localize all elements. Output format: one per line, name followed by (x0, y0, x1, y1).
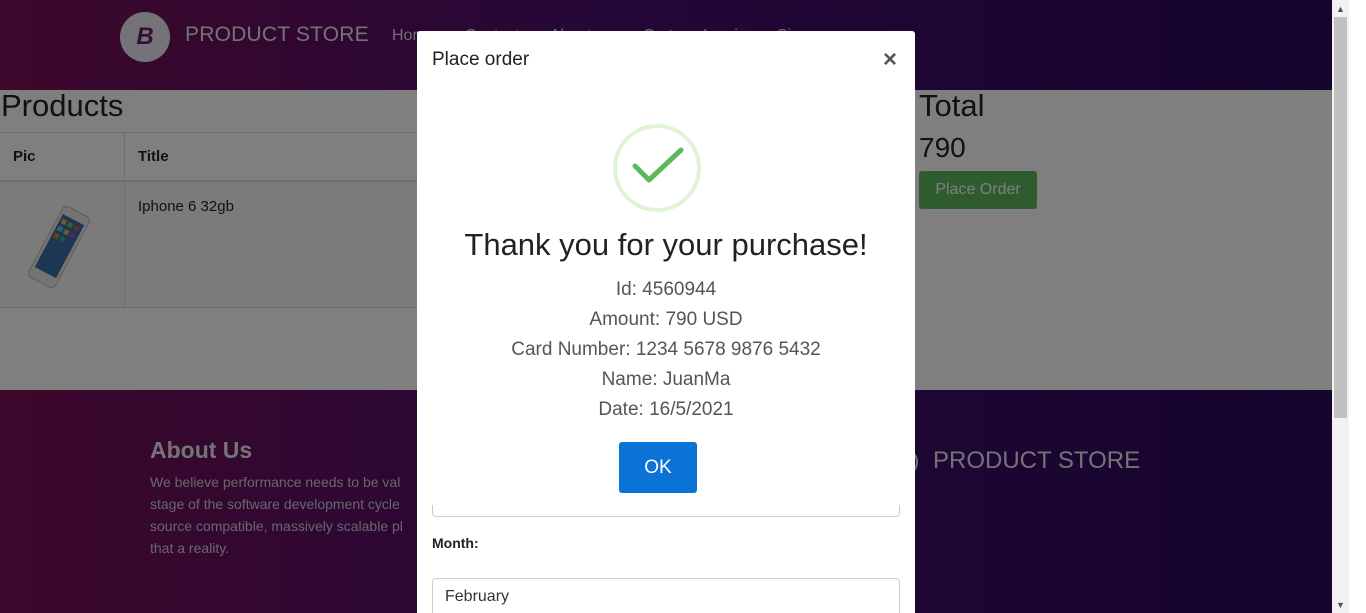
order-date: Date: 16/5/2021 (598, 399, 734, 420)
close-icon[interactable]: × (883, 46, 897, 74)
scroll-up-icon[interactable]: ▲ (1332, 0, 1349, 17)
purchase-confirmation: Thank you for your purchase! Id: 4560944… (417, 90, 915, 505)
modal-title: Place order (432, 49, 530, 70)
month-value: February (445, 588, 510, 605)
order-name: Name: JuanMa (601, 369, 731, 390)
order-id: Id: 4560944 (615, 279, 717, 300)
scroll-down-icon[interactable]: ▼ (1332, 596, 1349, 613)
month-label: Month: (432, 535, 479, 551)
page: B PRODUCT STORE Home Contact About us Ca… (0, 0, 1332, 613)
confirmation-heading: Thank you for your purchase! (464, 227, 868, 262)
window-edge (1349, 0, 1366, 613)
ok-button[interactable]: OK (619, 442, 697, 493)
checkmark-icon (632, 147, 684, 183)
month-field[interactable]: February (432, 578, 900, 613)
scrollbar-thumb[interactable] (1334, 17, 1347, 418)
modal-header: Place order × (417, 31, 915, 92)
order-amount: Amount: 790 USD (589, 309, 743, 330)
order-card-number: Card Number: 1234 5678 9876 5432 (511, 339, 821, 360)
success-circle (613, 124, 701, 212)
confirmation-details: Id: 4560944 Amount: 790 USD Card Number:… (417, 275, 915, 425)
